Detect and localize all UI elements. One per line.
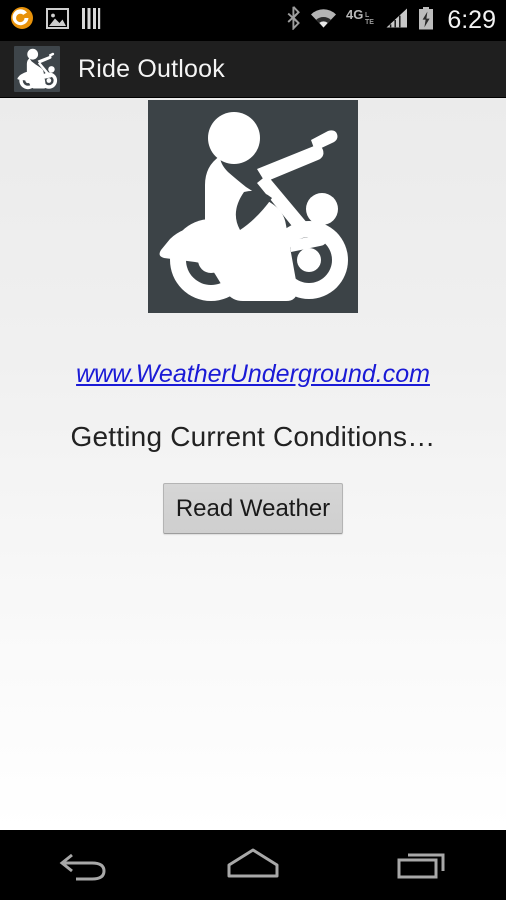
nav-recents-button[interactable] [337,830,506,900]
motorcycle-hero-image [148,100,358,313]
main-content: www.WeatherUnderground.com Getting Curre… [0,98,506,830]
status-bar-clock: 6:29 [447,6,496,34]
weather-underground-link[interactable]: www.WeatherUnderground.com [76,360,430,388]
network-4glte-icon: 4G L TE [346,7,376,34]
hero-image-container [0,98,506,313]
nav-home-button[interactable] [169,830,338,900]
motorcycle-icon[interactable] [14,46,60,92]
recent-apps-icon [395,845,449,886]
nav-back-button[interactable] [0,830,169,900]
read-weather-button[interactable]: Read Weather [163,483,343,534]
home-icon [224,845,282,886]
page-title: Ride Outlook [78,54,225,83]
svg-text:4G: 4G [346,7,363,22]
app-notification-icon [10,6,34,35]
image-notification-icon [46,7,69,34]
bluetooth-icon [286,6,301,35]
navigation-bar [0,830,506,900]
back-arrow-icon [58,845,110,886]
bars-notification-icon [81,7,101,34]
status-bar: 4G L TE 6:29 [0,0,506,41]
signal-strength-icon [385,7,409,34]
button-row: Read Weather [0,483,506,534]
battery-charging-icon [418,6,434,35]
weather-link-row: www.WeatherUnderground.com [0,360,506,389]
svg-text:L: L [365,12,370,19]
status-message-row: Getting Current Conditions… [0,421,506,453]
status-bar-system-icons: 4G L TE 6:29 [286,6,496,35]
action-bar: Ride Outlook [0,41,506,98]
status-bar-notifications [10,6,101,35]
wifi-icon [310,8,337,34]
android-phone-screen: 4G L TE 6:29 Ride Outlook www.WeatherUnd… [0,0,506,900]
svg-text:TE: TE [365,19,374,26]
status-message: Getting Current Conditions… [70,421,436,452]
